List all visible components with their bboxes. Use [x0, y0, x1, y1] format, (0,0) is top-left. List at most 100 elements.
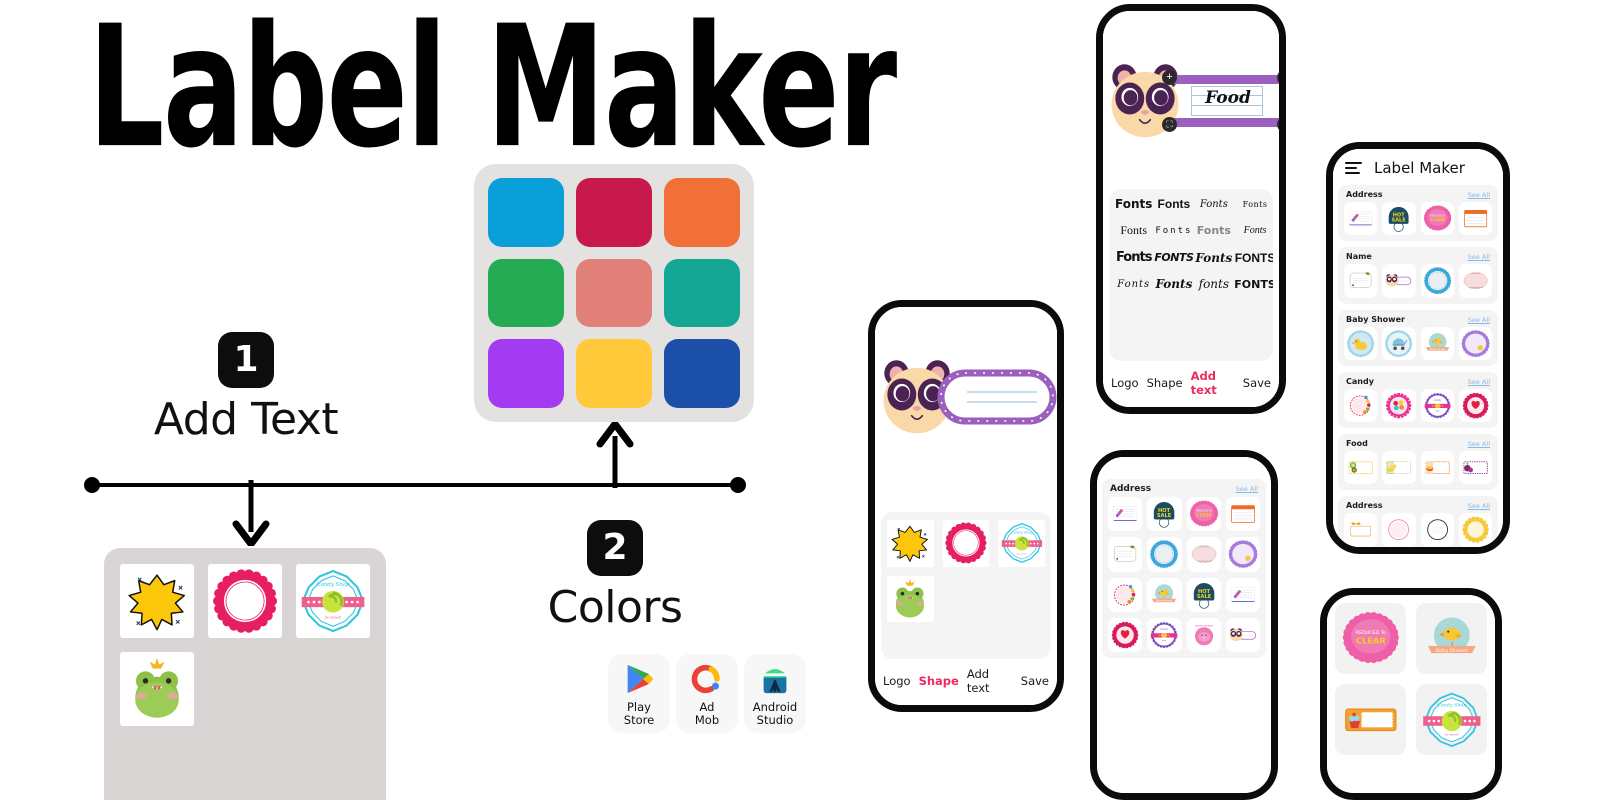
see-all-link[interactable]: See All	[1468, 502, 1490, 510]
color-swatch-3[interactable]	[664, 178, 740, 247]
crop-handle[interactable]: ⛶	[1162, 117, 1177, 132]
font-option-12[interactable]: FONTS	[1235, 251, 1273, 265]
label-template-card[interactable]	[1344, 264, 1378, 298]
color-swatch-1[interactable]	[488, 178, 564, 247]
label-template-card[interactable]: YOU'RE THE BEST	[1186, 617, 1221, 652]
font-option-14[interactable]: Fonts	[1155, 277, 1192, 291]
see-all-link[interactable]: See All	[1468, 440, 1490, 448]
pink-circle-frame-shape[interactable]	[208, 564, 282, 638]
color-swatch-8[interactable]	[576, 339, 652, 408]
label-template-card[interactable]	[1225, 537, 1260, 572]
label-template-card[interactable]	[1108, 497, 1143, 532]
label-template-card[interactable]	[1225, 617, 1260, 652]
see-all-link[interactable]: See All	[1468, 191, 1490, 199]
see-all-link[interactable]: See All	[1468, 378, 1490, 386]
label-template-card[interactable]	[1108, 617, 1143, 652]
label-template-card[interactable]	[1458, 388, 1492, 422]
label-template-card[interactable]	[1382, 264, 1416, 298]
fonts-editor-toolbar[interactable]: Logo Shape Add text Save	[1103, 361, 1279, 407]
fonts-editor-canvas[interactable]: Food + ↻ ⛶ ↔	[1103, 11, 1279, 189]
tool-save[interactable]: Save	[1239, 374, 1275, 392]
label-template-card[interactable]	[1344, 513, 1378, 547]
text-selection-frame[interactable]: Food + ↻ ⛶ ↔	[1162, 70, 1279, 132]
see-all-link[interactable]: See All	[1468, 316, 1490, 324]
color-swatch-4[interactable]	[488, 258, 564, 328]
starburst-shape[interactable]	[120, 564, 194, 638]
label-template-card[interactable]	[1225, 497, 1260, 532]
address-gallery-list[interactable]: Address See All HOT SALE REDUCED To CLEAR Baby…	[1097, 479, 1271, 793]
label-template-card[interactable]	[1420, 264, 1454, 298]
font-option-11[interactable]: Fonts	[1195, 251, 1232, 265]
font-option-9[interactable]: Fonts	[1116, 250, 1152, 265]
candy-badge-shape[interactable]: Candy Shop be sweet!	[998, 520, 1045, 567]
hamburger-menu-icon[interactable]	[1345, 162, 1362, 174]
label-template-card[interactable]: Baby Shower	[1147, 577, 1182, 612]
see-all-link[interactable]: See All	[1236, 485, 1258, 493]
label-template-card[interactable]	[1458, 202, 1492, 236]
label-template-card[interactable]	[1108, 577, 1143, 612]
label-template-card[interactable]: REDUCED To CLEAR	[1420, 202, 1454, 236]
tool-logo[interactable]: Logo	[879, 672, 915, 690]
label-template-card[interactable]	[1344, 326, 1378, 360]
font-option-3[interactable]: Fonts	[1200, 199, 1228, 210]
font-option-10[interactable]: FONTS	[1154, 251, 1194, 264]
label-template-card[interactable]: HOT SALE	[1382, 202, 1416, 236]
label-template-card[interactable]	[1344, 202, 1378, 236]
font-option-1[interactable]: Fonts	[1115, 197, 1152, 211]
color-swatch-2[interactable]	[576, 178, 652, 247]
label-template-card[interactable]	[1458, 326, 1492, 360]
color-swatch-6[interactable]	[664, 258, 740, 328]
label-template-card[interactable]	[1108, 537, 1143, 572]
detail-label-grid[interactable]: REDUCED To CLEAR Baby Shower Candy Shop be s…	[1327, 595, 1495, 763]
label-template-card[interactable]	[1458, 451, 1492, 485]
tool-shape[interactable]: Shape	[1143, 374, 1187, 392]
shape-tray[interactable]: Candy Shop be sweet!	[881, 512, 1051, 659]
label-template-card[interactable]: HOT SALE	[1147, 497, 1182, 532]
editor-text-value[interactable]: Food	[1197, 88, 1259, 108]
label-template-card[interactable]	[1382, 451, 1416, 485]
label-template-card[interactable]: REDUCED To CLEAR	[1186, 497, 1221, 532]
font-option-5[interactable]: Fonts	[1120, 223, 1147, 238]
color-swatch-9[interactable]	[664, 339, 740, 408]
frog-logo-shape[interactable]	[887, 575, 934, 623]
tool-add-text[interactable]: Add text	[963, 665, 1017, 697]
frog-logo-shape[interactable]	[120, 652, 194, 726]
pink-circle-frame-shape[interactable]	[942, 520, 990, 567]
font-option-13[interactable]: Fonts	[1117, 279, 1150, 290]
tool-save[interactable]: Save	[1017, 672, 1053, 690]
label-template-card[interactable]	[1225, 577, 1260, 612]
tool-shape[interactable]: Shape	[915, 672, 963, 690]
label-template-card[interactable]: Candy day	[1147, 617, 1182, 652]
add-handle[interactable]: +	[1162, 70, 1177, 85]
font-option-4[interactable]: Fonts	[1243, 200, 1268, 209]
admob-badge[interactable]: Ad Mob	[676, 654, 738, 733]
label-template-card[interactable]: Baby Shower	[1420, 326, 1454, 360]
label-template-card[interactable]	[1344, 451, 1378, 485]
font-option-6[interactable]: Fonts	[1155, 226, 1192, 236]
android-studio-badge[interactable]: Android Studio	[744, 654, 806, 733]
font-option-15[interactable]: fonts	[1199, 277, 1229, 291]
label-template-card[interactable]	[1382, 513, 1416, 547]
label-template-card[interactable]	[1420, 451, 1454, 485]
font-option-2[interactable]: Fonts	[1158, 197, 1191, 211]
label-template-card[interactable]	[1420, 513, 1454, 547]
font-option-16[interactable]: FONTS	[1234, 278, 1273, 291]
label-template-card[interactable]	[1382, 326, 1416, 360]
label-template-card[interactable]: REDUCED To CLEAR	[1335, 603, 1406, 674]
font-tray[interactable]: Fonts Fonts Fonts Fonts Fonts Fonts Fonts Fonts…	[1109, 189, 1273, 361]
candy-badge-shape[interactable]: Candy Shop be sweet!	[296, 564, 370, 638]
label-template-card[interactable]	[1382, 388, 1416, 422]
shape-editor-toolbar[interactable]: Logo Shape Add text Save	[875, 659, 1057, 705]
label-template-card[interactable]	[1335, 684, 1406, 755]
purple-pill-label-shape[interactable]	[937, 369, 1057, 425]
label-template-card[interactable]	[1186, 537, 1221, 572]
label-template-card[interactable]	[1344, 388, 1378, 422]
color-palette[interactable]	[474, 164, 754, 422]
color-swatch-7[interactable]	[488, 339, 564, 408]
label-template-card[interactable]	[1147, 537, 1182, 572]
tool-add-text[interactable]: Add text	[1187, 367, 1239, 399]
resize-handle[interactable]: ↔	[1277, 117, 1279, 132]
see-all-link[interactable]: See All	[1468, 253, 1490, 261]
font-option-7[interactable]: Fonts	[1197, 224, 1231, 237]
starburst-shape[interactable]	[887, 520, 934, 567]
